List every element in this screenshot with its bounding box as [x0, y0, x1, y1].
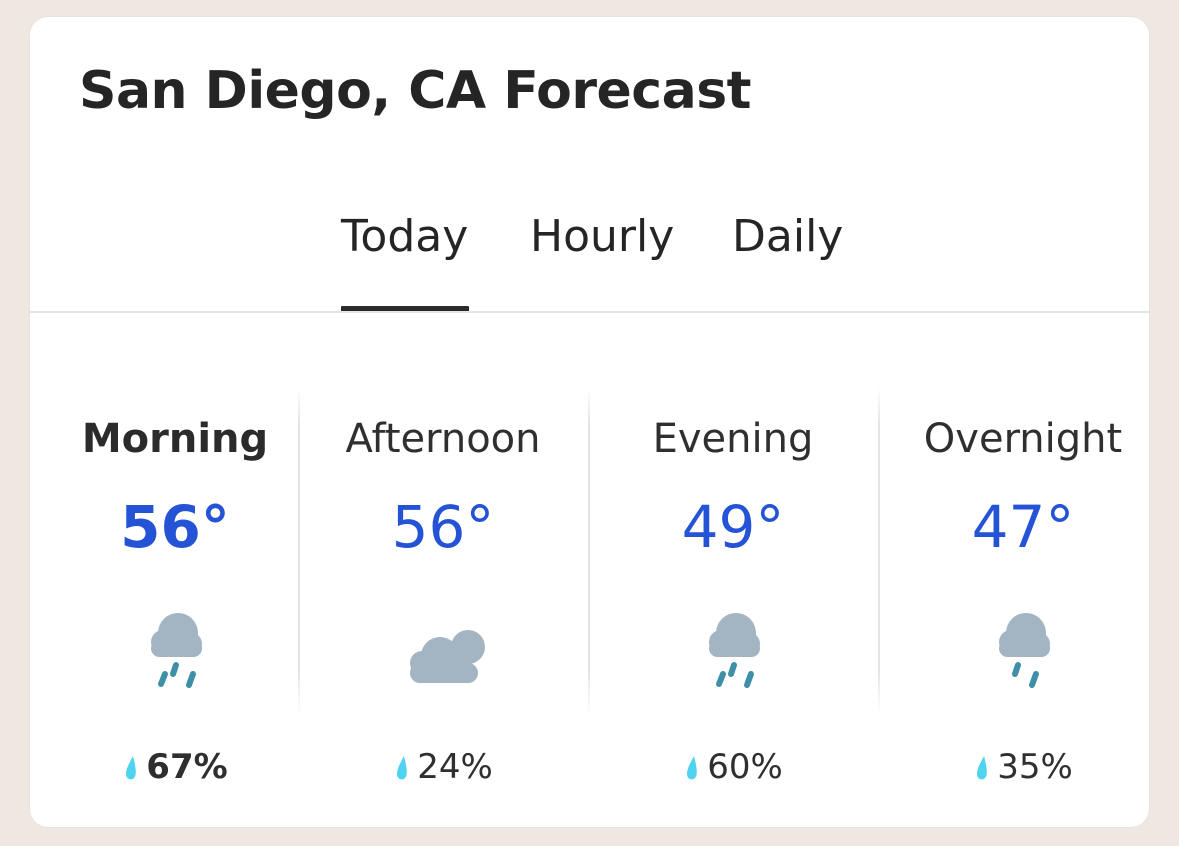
period-evening[interactable]: Evening 49° 60%: [588, 387, 878, 787]
precipitation-chance: 67%: [30, 747, 320, 788]
raindrop-icon: [393, 754, 413, 784]
period-label: Morning: [81, 416, 269, 462]
temperature-value: 47°: [971, 493, 1075, 561]
period-label: Afternoon: [345, 416, 541, 462]
precipitation-chance: 24%: [298, 747, 588, 788]
temperature-value: 49°: [681, 493, 785, 561]
period-morning[interactable]: Morning 56° 67%: [30, 387, 320, 787]
precipitation-value: 24%: [417, 747, 493, 787]
raindrop-icon: [973, 754, 993, 784]
period-afternoon[interactable]: Afternoon 56° 24%: [298, 387, 588, 787]
raindrop-icon: [122, 754, 142, 784]
rain-cloud-icon: [120, 607, 230, 717]
precipitation-value: 35%: [997, 747, 1073, 787]
precipitation-value: 60%: [707, 747, 783, 787]
tab-hourly[interactable]: Hourly: [530, 211, 674, 263]
rain-cloud-icon: [678, 607, 788, 717]
light-rain-cloud-icon: [968, 607, 1078, 717]
tabs-divider: [30, 311, 1149, 313]
raindrop-icon: [683, 754, 703, 784]
forecast-card: San Diego, CA Forecast Today Hourly Dail…: [30, 17, 1149, 827]
temperature-value: 56°: [391, 493, 495, 561]
precipitation-value: 67%: [146, 747, 228, 787]
period-columns: Morning 56° 67% Afternoon 56° 24% Evenin…: [30, 387, 1149, 787]
period-overnight[interactable]: Overnight 47° 35%: [878, 387, 1168, 787]
precipitation-chance: 35%: [878, 747, 1168, 788]
period-label: Evening: [652, 416, 814, 462]
tab-daily[interactable]: Daily: [732, 211, 843, 263]
mostly-cloudy-night-icon: [388, 607, 498, 717]
precipitation-chance: 60%: [588, 747, 878, 788]
temperature-value: 56°: [120, 493, 230, 561]
page-title: San Diego, CA Forecast: [79, 61, 752, 121]
forecast-tabs: Today Hourly Daily: [30, 211, 1149, 312]
period-label: Overnight: [923, 416, 1123, 462]
tab-today[interactable]: Today: [341, 211, 469, 263]
